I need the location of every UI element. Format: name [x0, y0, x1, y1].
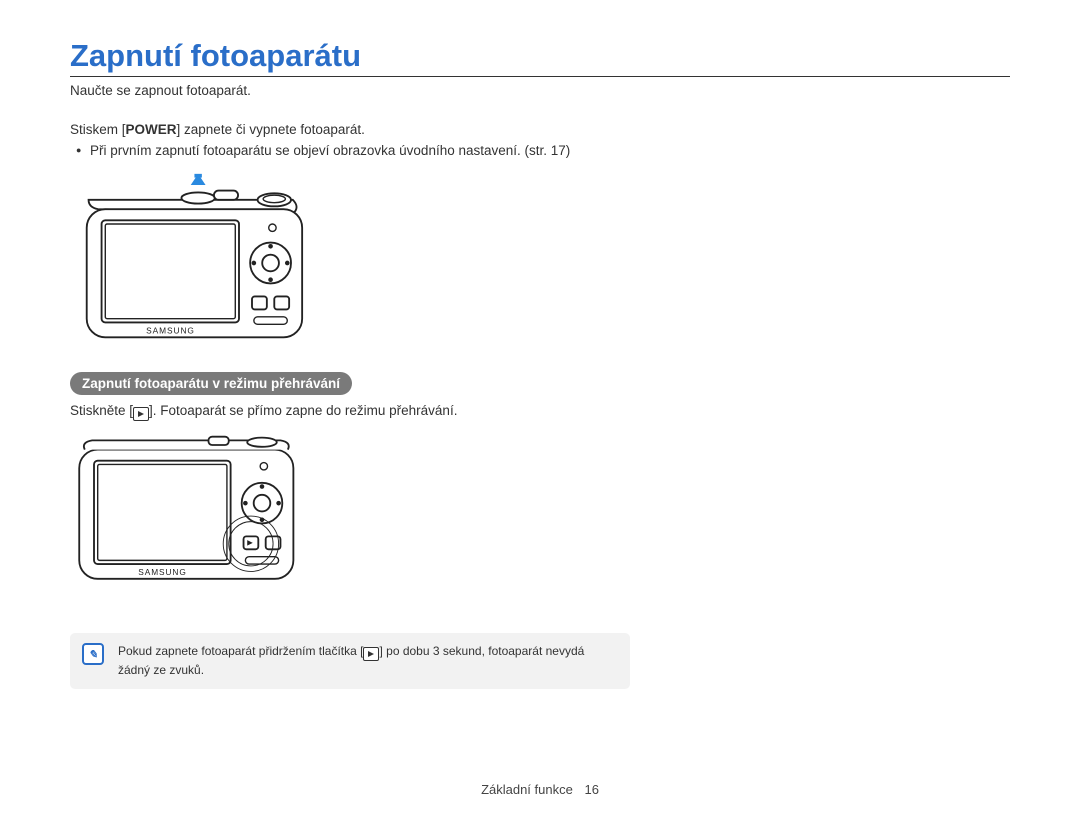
svg-text:SAMSUNG: SAMSUNG [138, 568, 186, 578]
note-prefix: Pokud zapnete fotoaparát přidržením tlač… [118, 644, 363, 658]
camera-illustration-top: SAMSUNG [70, 172, 1010, 353]
bullet-first-startup: Při prvním zapnutí fotoaparátu se objeví… [90, 142, 1010, 161]
camera-illustration-playback: SAMSUNG [70, 433, 1010, 604]
page-subtitle: Naučte se zapnout fotoaparát. [70, 83, 1010, 98]
playback-instruction: Stiskněte [ ]. Fotoaparát se přímo zapne … [70, 401, 1010, 424]
camera-top-svg: SAMSUNG [70, 172, 330, 348]
footer-page-number: 16 [584, 782, 598, 797]
instruction-prefix: Stiskem [ [70, 122, 126, 137]
camera-playback-svg: SAMSUNG [70, 433, 310, 599]
playback-mode-heading: Zapnutí fotoaparátu v režimu přehrávání [70, 372, 352, 395]
power-instruction: Stiskem [POWER] zapnete či vypnete fotoa… [70, 120, 1010, 140]
playback-prefix: Stiskněte [ [70, 403, 133, 418]
instruction-suffix: ] zapnete či vypnete fotoaparát. [177, 122, 365, 137]
play-icon [133, 407, 149, 421]
page-title: Zapnutí fotoaparátu [70, 38, 1010, 77]
page-footer: Základní funkce 16 [0, 782, 1080, 797]
power-label: POWER [126, 122, 177, 137]
footer-section: Základní funkce [481, 782, 573, 797]
play-icon [363, 647, 379, 661]
note-icon: ✎ [82, 643, 104, 665]
note-box: ✎ Pokud zapnete fotoaparát přidržením tl… [70, 633, 630, 690]
svg-text:SAMSUNG: SAMSUNG [146, 326, 195, 336]
playback-suffix: ]. Fotoaparát se přímo zapne do režimu p… [149, 403, 457, 418]
